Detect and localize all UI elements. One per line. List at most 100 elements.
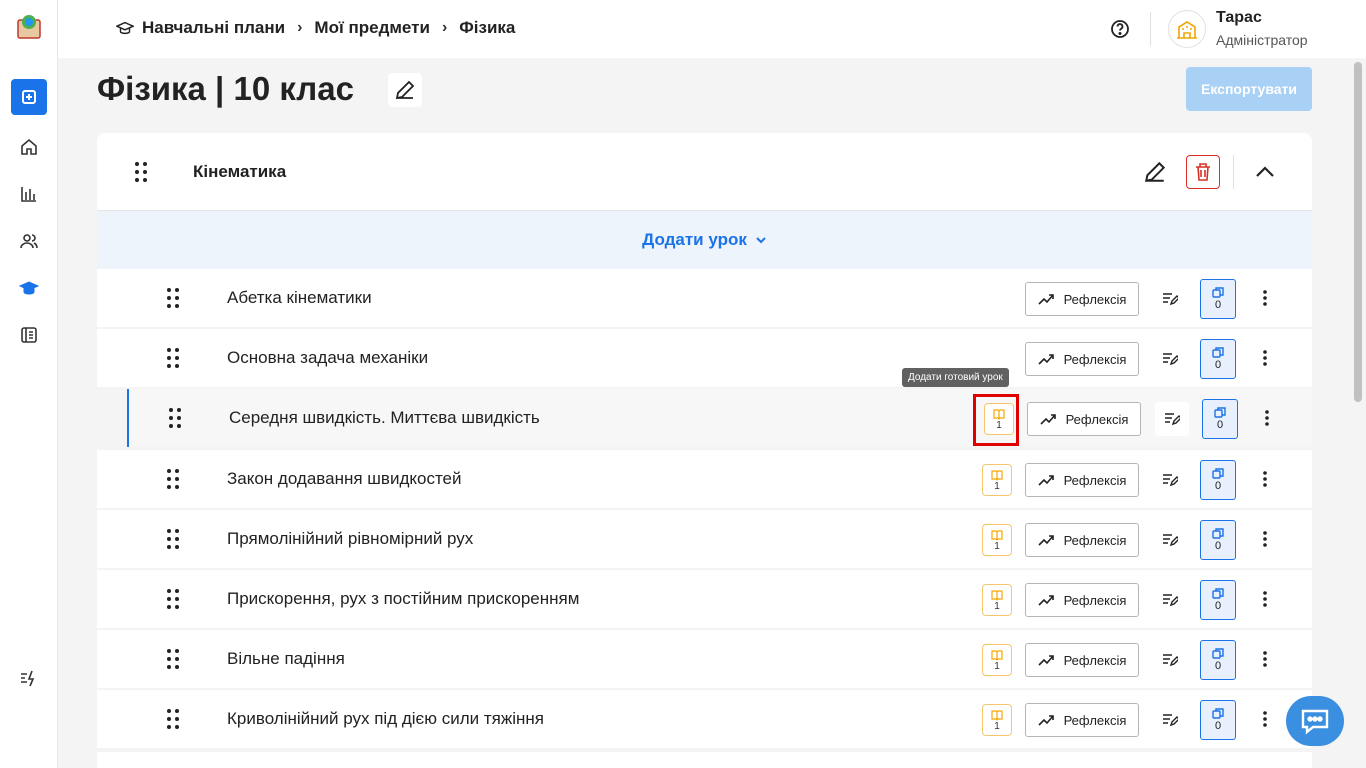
page-title: Фізика | 10 клас	[97, 70, 354, 107]
stats-icon[interactable]	[11, 176, 47, 212]
breadcrumb-subjects[interactable]: Мої предмети	[314, 18, 430, 38]
delete-section-button[interactable]	[1186, 155, 1220, 189]
more-options-button[interactable]	[1255, 529, 1275, 549]
more-options-button[interactable]	[1255, 288, 1275, 308]
collapse-section-button[interactable]	[1248, 155, 1282, 189]
more-options-button[interactable]	[1255, 589, 1275, 609]
add-ready-lesson-button[interactable]: 1	[982, 644, 1012, 676]
scrollbar[interactable]	[1354, 62, 1362, 402]
notes-button[interactable]	[1153, 463, 1187, 497]
lesson-row[interactable]: Вільне падіння 1 Рефлексія 0	[97, 630, 1312, 688]
app-logo-icon[interactable]	[15, 12, 43, 40]
lesson-row[interactable]: Прямолінійний рівномірний рух 1 Рефлексі…	[97, 510, 1312, 568]
avatar[interactable]	[1168, 10, 1206, 48]
add-ready-lesson-button[interactable]: 1	[982, 464, 1012, 496]
more-vertical-icon	[1263, 471, 1267, 487]
breadcrumb-plans[interactable]: Навчальні плани	[142, 18, 285, 38]
drag-handle-icon[interactable]	[133, 161, 149, 183]
more-options-button[interactable]	[1255, 649, 1275, 669]
notes-button[interactable]	[1153, 643, 1187, 677]
reflection-button[interactable]: Рефлексія	[1025, 463, 1139, 497]
reflection-button[interactable]: Рефлексія	[1025, 583, 1139, 617]
notes-button[interactable]	[1153, 342, 1187, 376]
lesson-row[interactable]: Закон додавання швидкостей 1 Рефлексія 0	[97, 450, 1312, 508]
drag-handle-icon[interactable]	[165, 287, 181, 309]
home-icon[interactable]	[11, 129, 47, 165]
add-ready-lesson-button[interactable]: 1	[982, 524, 1012, 556]
add-ready-lesson-button[interactable]: 1	[982, 704, 1012, 736]
edit-section-button[interactable]	[1138, 155, 1172, 189]
lesson-row[interactable]: Основна задача механіки Рефлексія 0	[97, 329, 1312, 387]
drag-handle-icon[interactable]	[167, 407, 183, 429]
drag-handle-icon[interactable]	[165, 708, 181, 730]
drag-handle-icon[interactable]	[165, 528, 181, 550]
copies-count: 0	[1214, 480, 1222, 492]
copy-icon	[1214, 407, 1226, 418]
chat-button[interactable]	[1286, 696, 1344, 746]
trending-up-icon	[1038, 595, 1054, 606]
graduation-cap-icon[interactable]	[11, 270, 47, 306]
copies-button[interactable]: 0	[1200, 640, 1236, 680]
journal-icon[interactable]	[11, 317, 47, 353]
breadcrumb-separator: ›	[441, 19, 448, 36]
book-icon	[991, 649, 1003, 661]
reflection-button[interactable]: Рефлексія	[1025, 523, 1139, 557]
lesson-title[interactable]: Вільне падіння	[227, 649, 345, 669]
lesson-title[interactable]: Криволінійний рух під дією сили тяжіння	[227, 709, 544, 729]
lesson-title[interactable]: Основна задача механіки	[227, 348, 428, 368]
users-icon[interactable]	[11, 223, 47, 259]
lesson-title[interactable]: Прискорення, рух з постійним прискорення…	[227, 589, 579, 609]
copies-button[interactable]: 0	[1200, 460, 1236, 500]
add-lesson-button[interactable]: Додати урок	[97, 211, 1312, 269]
lesson-title[interactable]: Прямолінійний рівномірний рух	[227, 529, 473, 549]
drag-handle-icon[interactable]	[165, 648, 181, 670]
user-name[interactable]: Тарас	[1216, 9, 1262, 27]
edit-notes-icon	[1165, 413, 1180, 426]
notes-button[interactable]	[1153, 583, 1187, 617]
notes-button[interactable]	[1153, 523, 1187, 557]
lesson-row[interactable]: Криволінійний рух під дією сили тяжіння …	[97, 690, 1312, 748]
help-icon[interactable]	[1110, 19, 1130, 39]
drag-handle-icon[interactable]	[165, 468, 181, 490]
lesson-title[interactable]: Середня швидкість. Миттєва швидкість	[229, 408, 540, 428]
more-options-button[interactable]	[1255, 709, 1275, 729]
ready-lesson-count: 1	[994, 660, 1000, 672]
more-vertical-icon	[1263, 531, 1267, 547]
quick-actions-icon[interactable]	[11, 660, 47, 696]
lesson-row[interactable]: Абетка кінематики Рефлексія 0	[97, 269, 1312, 327]
add-ready-lesson-button[interactable]: 1	[982, 584, 1012, 616]
lesson-title[interactable]: Абетка кінематики	[227, 288, 372, 308]
edit-title-button[interactable]	[388, 73, 422, 107]
reflection-button[interactable]: Рефлексія	[1025, 342, 1139, 376]
edit-notes-icon	[1163, 714, 1178, 727]
book-icon	[991, 709, 1003, 721]
copies-count: 0	[1214, 540, 1222, 552]
reflection-button[interactable]: Рефлексія	[1025, 703, 1139, 737]
copies-button[interactable]: 0	[1200, 700, 1236, 740]
drag-handle-icon[interactable]	[165, 347, 181, 369]
more-options-button[interactable]	[1257, 408, 1277, 428]
add-icon[interactable]	[11, 79, 47, 115]
lesson-row[interactable]: Прискорення, рух з постійним прискорення…	[97, 570, 1312, 628]
export-button[interactable]: Експортувати	[1186, 67, 1312, 111]
notes-button[interactable]	[1153, 282, 1187, 316]
more-options-button[interactable]	[1255, 348, 1275, 368]
lesson-title[interactable]: Закон додавання швидкостей	[227, 469, 462, 489]
reflection-button[interactable]: Рефлексія	[1025, 643, 1139, 677]
drag-handle-icon[interactable]	[165, 588, 181, 610]
edit-notes-icon	[1163, 534, 1178, 547]
reflection-button[interactable]: Рефлексія	[1027, 402, 1141, 436]
reflection-button[interactable]: Рефлексія	[1025, 282, 1139, 316]
copies-button[interactable]: 0	[1200, 339, 1236, 379]
lesson-row[interactable]: Середня швидкість. Миттєва швидкість 1 Р…	[127, 389, 1312, 447]
copies-button[interactable]: 0	[1202, 399, 1238, 439]
trending-up-icon	[1038, 535, 1054, 546]
copies-button[interactable]: 0	[1200, 580, 1236, 620]
notes-button[interactable]	[1153, 703, 1187, 737]
trash-icon	[1196, 163, 1210, 181]
copies-button[interactable]: 0	[1200, 279, 1236, 319]
more-options-button[interactable]	[1255, 469, 1275, 489]
edit-notes-icon	[1163, 654, 1178, 667]
copies-button[interactable]: 0	[1200, 520, 1236, 560]
notes-button[interactable]	[1155, 402, 1189, 436]
